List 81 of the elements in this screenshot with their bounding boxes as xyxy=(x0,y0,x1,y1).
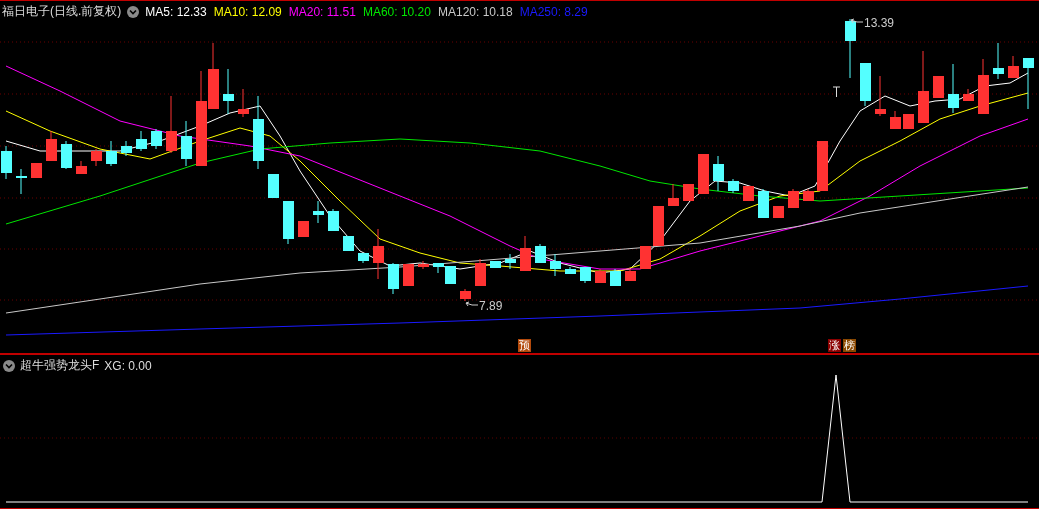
candlestick xyxy=(313,200,324,224)
candlestick xyxy=(698,153,709,195)
candlestick xyxy=(418,260,429,270)
candlestick xyxy=(46,130,57,162)
legend-value: MA250: 8.29 xyxy=(519,4,588,19)
candlestick xyxy=(653,205,664,247)
marker-icon xyxy=(832,86,841,98)
candlestick xyxy=(625,268,636,282)
candlestick xyxy=(758,188,769,219)
candlestick xyxy=(268,173,279,199)
candlestick xyxy=(640,245,651,270)
signal-badge: 涨 xyxy=(828,339,841,352)
candlestick xyxy=(993,42,1004,80)
candlestick xyxy=(343,235,354,252)
candlestick xyxy=(788,188,799,209)
candlestick xyxy=(610,268,621,287)
dropdown-icon[interactable] xyxy=(127,5,140,18)
legend-value: MA10: 12.09 xyxy=(213,4,282,19)
candlestick xyxy=(151,128,162,150)
candlestick xyxy=(490,260,501,269)
candlestick xyxy=(978,58,989,115)
candlestick xyxy=(817,140,828,192)
candlestick xyxy=(903,113,914,130)
candlestick xyxy=(860,62,871,107)
candlestick xyxy=(948,63,959,114)
candlestick xyxy=(238,88,249,118)
candlestick xyxy=(963,88,974,102)
chart-title: 福日电子(日线.前复权) xyxy=(2,3,122,20)
signal-badge: 榜 xyxy=(843,339,856,352)
candlestick xyxy=(668,183,679,207)
candlestick xyxy=(803,188,814,202)
candlestick xyxy=(1,145,12,180)
candlestick xyxy=(223,68,234,115)
candlestick xyxy=(388,262,399,295)
candlestick xyxy=(136,130,147,152)
legend-value: MA120: 10.18 xyxy=(437,4,513,19)
legend-value: MA5: 12.33 xyxy=(145,4,207,19)
price-label: 13.39 xyxy=(850,16,895,30)
candlestick xyxy=(403,263,414,287)
candlestick xyxy=(1023,57,1034,110)
candlestick xyxy=(283,200,294,245)
candlestick xyxy=(91,148,102,167)
candlestick xyxy=(121,140,132,157)
candlestick xyxy=(208,42,219,110)
dropdown-icon[interactable] xyxy=(3,359,15,372)
candlestick xyxy=(61,140,72,170)
candlestick xyxy=(595,268,606,284)
candlestick xyxy=(31,162,42,179)
candlestick xyxy=(358,252,369,264)
candlestick xyxy=(328,208,339,232)
signal-badge: 预 xyxy=(518,339,531,352)
indicator-title: 超牛强势龙头F xyxy=(20,357,100,374)
candlestick xyxy=(890,110,901,130)
candlestick xyxy=(550,253,561,277)
candlestick xyxy=(520,235,531,272)
candlestick xyxy=(773,205,784,219)
candlestick xyxy=(166,95,177,154)
candlestick xyxy=(683,183,694,202)
candlestick xyxy=(845,18,856,79)
indicator-value: XG: 0.00 xyxy=(104,358,152,373)
candlestick xyxy=(475,258,486,287)
candlestick xyxy=(16,168,27,195)
candlestick xyxy=(875,75,886,117)
candlestick xyxy=(728,178,739,194)
candlestick xyxy=(933,75,944,99)
candlestick xyxy=(76,160,87,175)
candlestick xyxy=(1008,55,1019,79)
candlestick xyxy=(535,243,546,264)
legend-value: MA60: 10.20 xyxy=(362,4,431,19)
candlestick xyxy=(580,266,591,284)
candlestick xyxy=(298,220,309,238)
candlestick xyxy=(106,140,117,167)
candlestick xyxy=(460,288,471,302)
candlestick xyxy=(505,253,516,270)
candlestick xyxy=(373,228,384,280)
legend-value: MA20: 11.51 xyxy=(288,4,356,19)
candlestick xyxy=(743,185,754,202)
candlestick xyxy=(713,155,724,192)
candlestick xyxy=(565,266,576,275)
price-label: 7.89 xyxy=(465,299,503,313)
candlestick xyxy=(181,120,192,167)
